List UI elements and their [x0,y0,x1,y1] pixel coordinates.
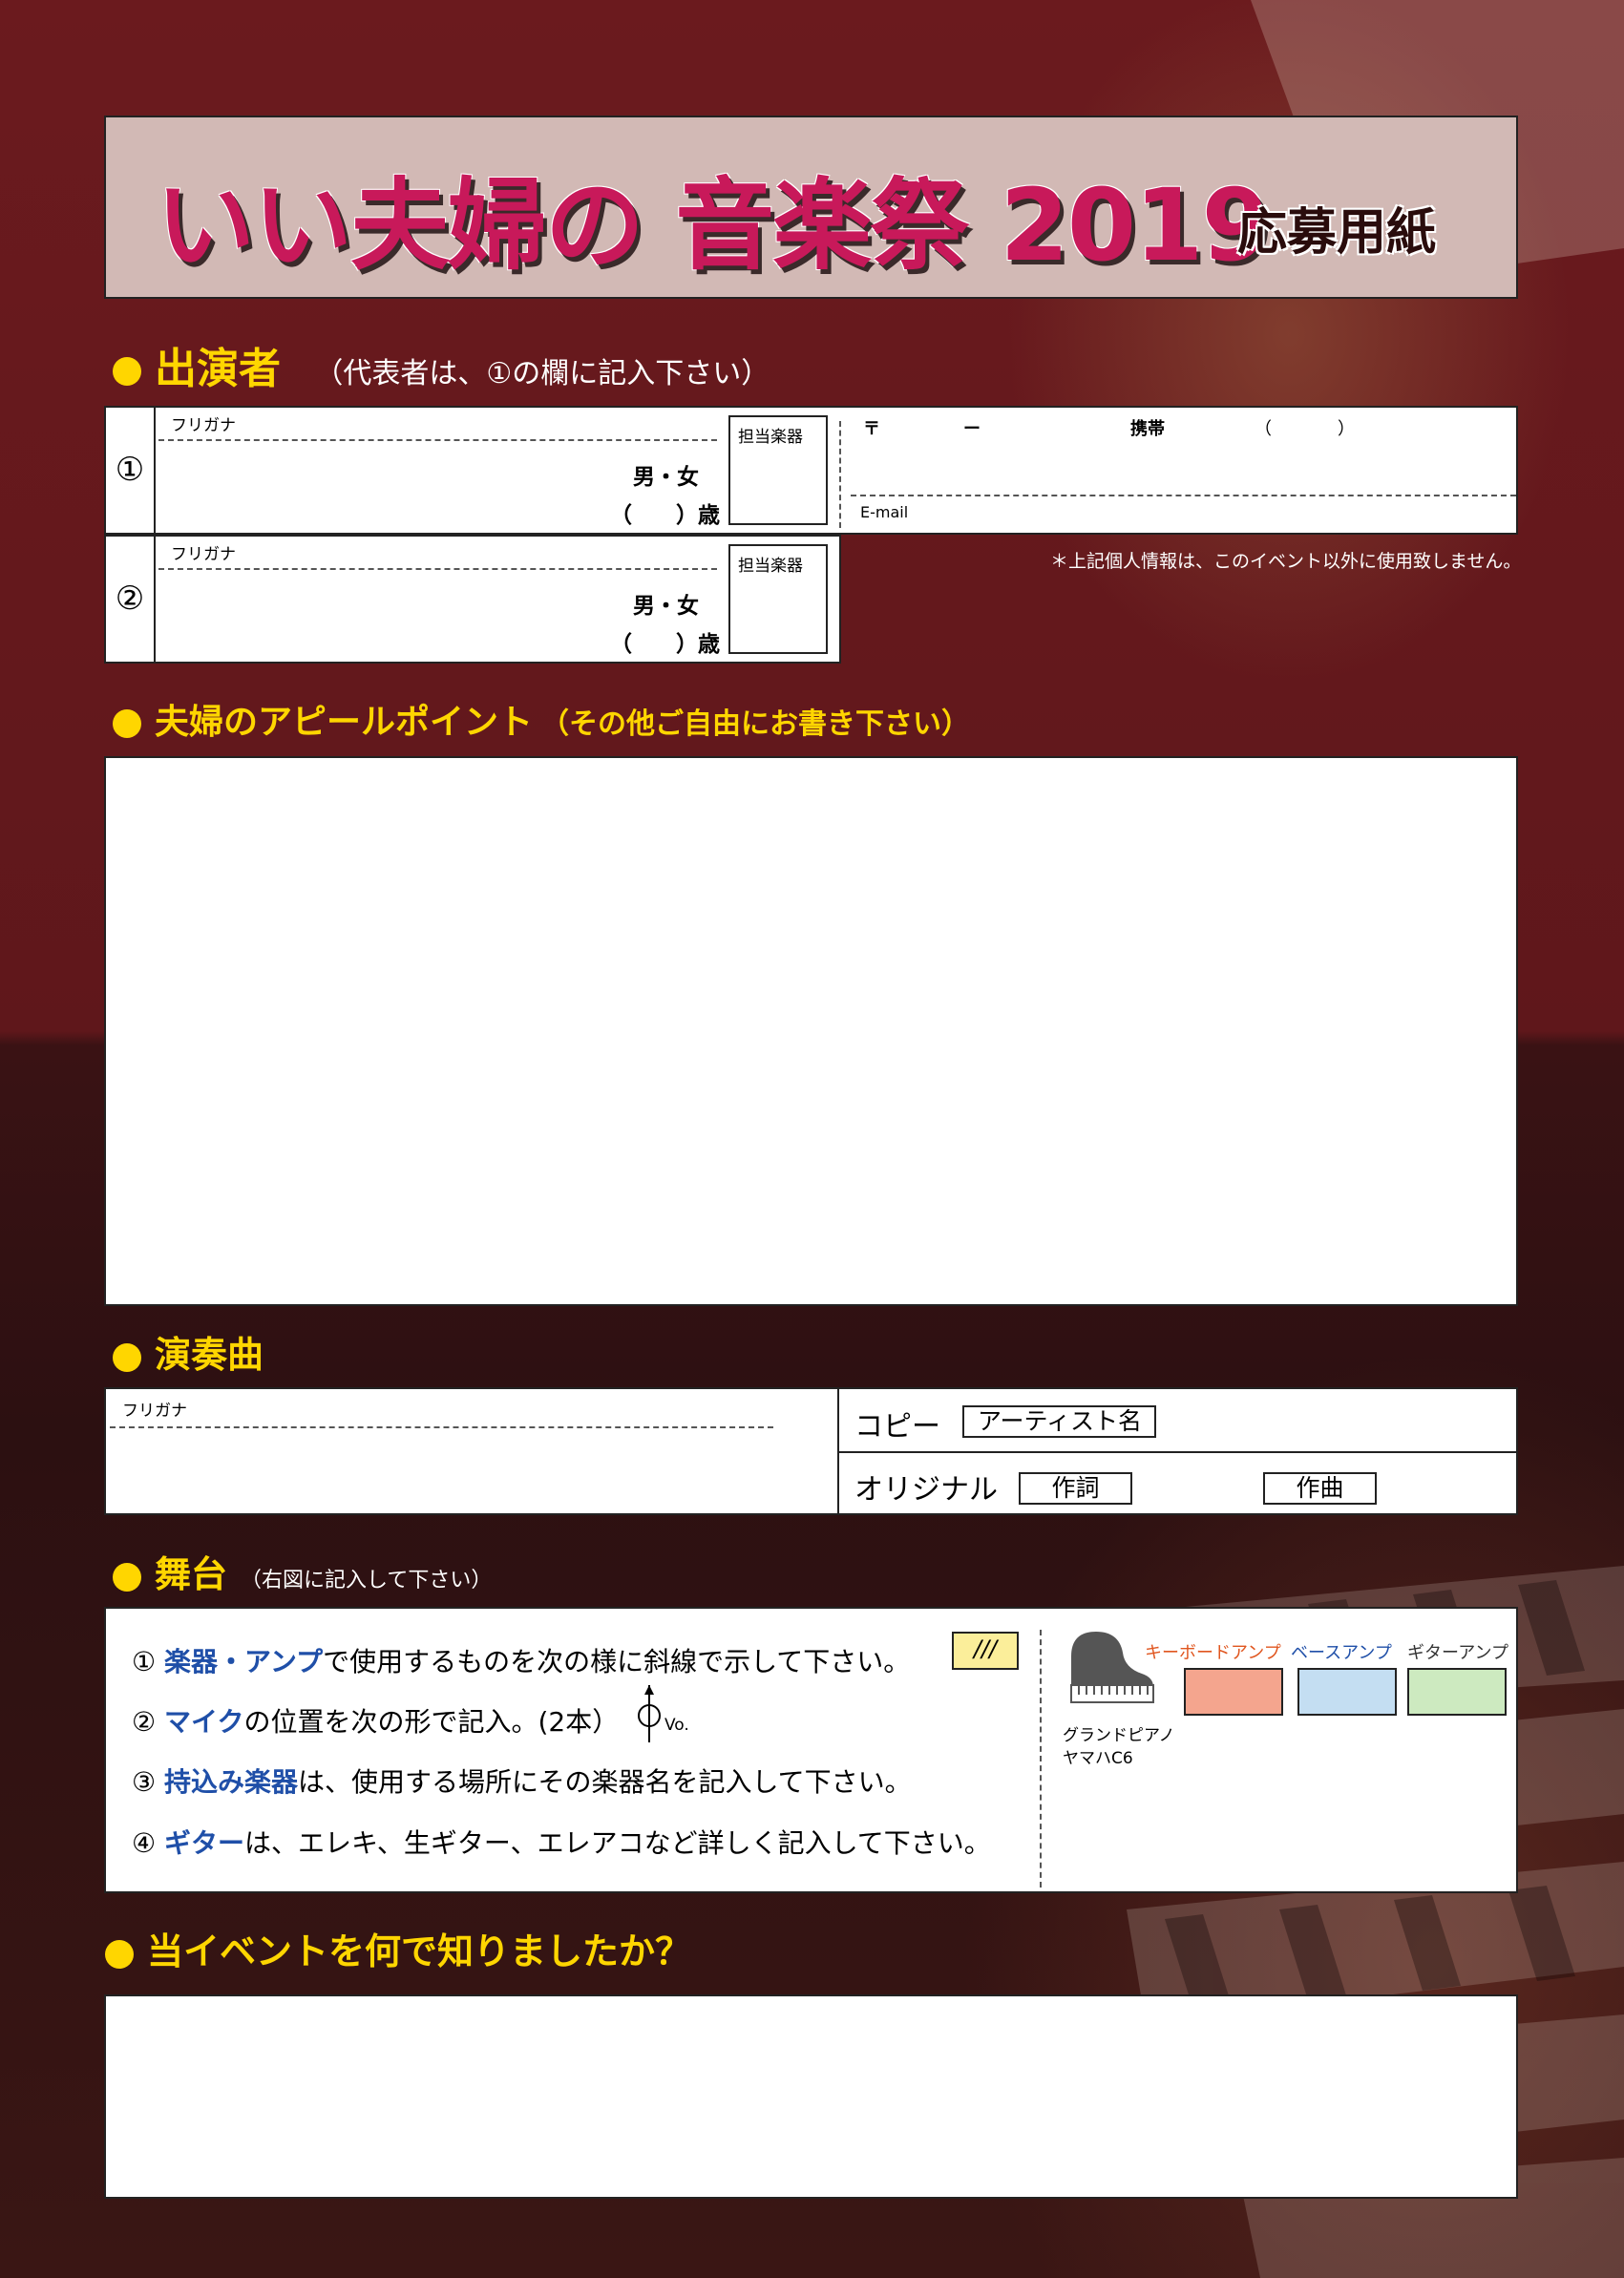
email-input[interactable] [937,499,1509,530]
appeal-heading-text: 夫婦のアピールポイント [155,703,534,742]
row-number: ② [106,537,156,662]
keyboard-amp-label: キーボードアンプ [1145,1643,1281,1663]
bullet-icon [113,709,141,738]
performers-heading-text: 出演者 [155,345,281,393]
instrument-field[interactable]: 担当楽器 [728,544,828,654]
song-title-input[interactable] [116,1431,832,1508]
bullet-icon [113,1562,141,1592]
instruction-num: ④ [132,1827,157,1859]
address-divider [851,495,1516,496]
stage-divider [1040,1630,1042,1888]
stage-heading-text: 舞台 [155,1553,228,1595]
song-furigana-label: フリガナ [122,1402,187,1421]
lyrics-field[interactable]: 作詞 [1019,1472,1132,1505]
instruction-num: ③ [132,1766,157,1798]
song-furigana-divider [110,1426,773,1428]
name-input[interactable] [163,465,545,527]
instruction-highlight: 持込み楽器 [164,1766,299,1798]
row-number: ① [106,408,156,533]
source-heading-text: 当イベントを何で知りましたか？ [147,1930,692,1972]
event-title: いい夫婦の 音楽祭 2019 [156,167,1271,284]
age-field[interactable]: （ ）歳 [610,496,720,529]
grand-piano-icon [1070,1632,1154,1703]
guitar-amp[interactable] [1407,1668,1507,1716]
age-field[interactable]: （ ）歳 [610,625,720,658]
stage-note: （右図に記入して下さい） [241,1569,493,1592]
instruction-text: で使用するものを次の様に斜線で示して下さい。 [323,1646,911,1677]
keyboard-amp[interactable] [1184,1668,1283,1716]
instruction-highlight: ギター [164,1827,245,1859]
furigana-label: フリガナ [171,416,236,435]
appeal-textarea[interactable] [104,756,1518,1306]
instruction-1: ① 楽器・アンプで使用するものを次の様に斜線で示して下さい。 [132,1641,910,1679]
composition-field[interactable]: 作曲 [1263,1472,1377,1505]
mobile-paren-open: （ [1255,419,1272,439]
instrument-label: 担当楽器 [738,557,803,576]
guitar-amp-label: ギターアンプ [1407,1643,1509,1663]
piano-model-label: ヤマハC6 [1063,1749,1133,1768]
email-label: E-mail [860,503,909,521]
name-input[interactable] [163,594,545,656]
instruction-highlight: 楽器・アンプ [164,1646,324,1677]
performer-row-1: ① フリガナ 男・女 （ ）歳 担当楽器 〒 ー 携帯 （ ） E-mail [104,406,1518,535]
instruction-3: ③ 持込み楽器は、使用する場所にその楽器名を記入して下さい。 [132,1761,912,1800]
appeal-note: （その他ご自由にお書き下さい） [540,707,971,741]
stage-heading: 舞台 （右図に記入して下さい） [113,1545,492,1597]
source-heading: 当イベントを何で知りましたか？ [105,1922,691,1974]
instruction-4: ④ ギターは、エレキ、生ギター、エレアコなど詳しく記入して下さい。 [132,1823,991,1861]
copy-label: コピー [854,1410,940,1444]
instruction-text: は、使用する場所にその楽器名を記入して下さい。 [298,1766,912,1798]
instrument-field[interactable]: 担当楽器 [728,415,828,525]
instrument-label: 担当楽器 [738,428,803,447]
furigana-label: フリガナ [171,545,236,564]
bullet-icon [113,1342,141,1372]
instruction-2: ② マイクの位置を次の形で記入。(2本） [132,1701,619,1740]
source-textarea[interactable] [104,1994,1518,2199]
privacy-note: ＊上記個人情報は、このイベント以外に使用致しません。 [1050,551,1522,572]
mic-symbol-icon [638,1685,661,1742]
artist-name-field[interactable]: アーティスト名 [962,1405,1156,1438]
bass-amp-label: ベースアンプ [1291,1643,1392,1663]
instruction-num: ① [132,1646,157,1677]
mic-label: Vo. [664,1716,689,1735]
songs-table: フリガナ コピー アーティスト名 オリジナル 作詞 作曲 [104,1387,1518,1515]
mobile-label: 携帯 [1130,419,1165,439]
address-input[interactable] [855,441,1514,489]
original-label: オリジナル [854,1473,998,1507]
appeal-heading: 夫婦のアピールポイント （その他ご自由にお書き下さい） [113,694,970,744]
instruction-text: は、エレキ、生ギター、エレアコなど詳しく記入して下さい。 [244,1827,991,1859]
postal-dash: ー [963,419,981,439]
instruction-text: の位置を次の形で記入。(2本） [243,1706,620,1738]
performers-note: （代表者は、①の欄に記入下さい） [314,357,770,390]
gender-select[interactable]: 男・女 [633,458,699,491]
postal-mark: 〒 [863,419,880,439]
furigana-input[interactable] [163,565,703,594]
hatch-sample: /// [952,1632,1019,1670]
songs-horizontal-divider [837,1451,1516,1453]
furigana-input[interactable] [163,436,703,465]
bass-amp[interactable] [1297,1668,1397,1716]
title-banner: いい夫婦の 音楽祭 2019 応募用紙 [104,116,1518,299]
stage-panel: ① 楽器・アンプで使用するものを次の様に斜線で示して下さい。 /// ② マイク… [104,1607,1518,1893]
gender-select[interactable]: 男・女 [633,587,699,620]
contact-divider [839,421,841,528]
form-title: 応募用紙 [1237,204,1437,262]
bullet-icon [113,357,141,386]
songs-heading: 演奏曲 [113,1325,264,1378]
performers-heading: 出演者 （代表者は、①の欄に記入下さい） [113,334,770,395]
piano-label: グランドピアノ [1063,1726,1175,1745]
mobile-paren-close: ） [1338,419,1355,439]
songs-heading-text: 演奏曲 [155,1334,264,1376]
instruction-highlight: マイク [164,1706,244,1738]
bullet-icon [105,1939,134,1969]
instruction-num: ② [132,1706,157,1738]
performer-row-2: ② フリガナ 男・女 （ ）歳 担当楽器 [104,535,841,664]
